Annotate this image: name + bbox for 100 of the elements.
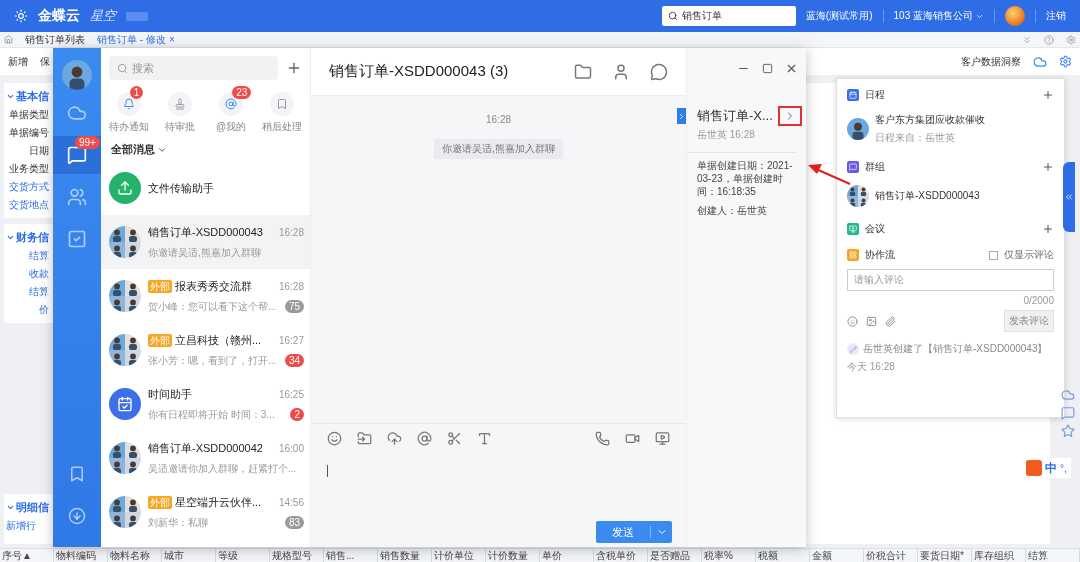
conversation-item[interactable]: 销售订单-XSDD000042 16:00 吴适邀请你加入群聊，赶紧打个... [101, 431, 310, 485]
cloud-icon[interactable] [1033, 54, 1047, 69]
column-header: 规格型号 [270, 549, 324, 562]
product-name: 星空 [90, 7, 116, 25]
item-subtitle: 日程来自：岳世英 [875, 131, 956, 145]
conversation-item[interactable]: 文件传输助手 [101, 161, 310, 215]
item-title[interactable]: 销售订单-XSDD000043 [875, 189, 980, 203]
conversation-name: 时间助手 [148, 386, 193, 402]
chat-bubble-icon[interactable] [650, 62, 668, 81]
conversation-item[interactable]: 外部 报表秀秀交流群 16:28 贺小峰：您可以看下这个帮... 75 [101, 269, 310, 323]
folder-icon[interactable] [574, 62, 592, 81]
column-header: 含税单价 [594, 549, 648, 562]
screen-share-icon[interactable] [655, 431, 670, 446]
send-button[interactable]: 发送 [596, 521, 672, 543]
conversation-time: 16:28 [278, 280, 304, 292]
page-tab[interactable]: 销售订单列表 [25, 32, 85, 47]
add-icon[interactable] [1042, 89, 1054, 101]
conversation-item[interactable]: 外部 立昌科技（赣州... 16:27 张小芳：嗯，看到了，打开... 34 [101, 323, 310, 377]
conversation-item[interactable]: 时间助手 16:25 你有日程即将开始 时间：3... 2 [101, 377, 310, 431]
bookmark-icon [276, 98, 289, 110]
image-icon[interactable] [866, 315, 877, 327]
open-record-button[interactable] [778, 106, 802, 126]
external-tag: 外部 [148, 279, 172, 293]
scissors-icon[interactable] [447, 431, 462, 446]
field-label[interactable]: 收款 [6, 267, 51, 281]
emoji-icon[interactable] [847, 315, 858, 327]
mention-icon[interactable] [417, 431, 432, 446]
conversation-name: 文件传输助手 [148, 180, 215, 196]
insight-link[interactable]: 客户数据洞察 [961, 54, 1021, 69]
nav-item[interactable]: 99+ [53, 136, 101, 174]
page-tab[interactable]: 销售订单 - 修改 × [97, 32, 175, 47]
field-label[interactable]: 交货地点 [6, 198, 51, 212]
column-header: 库存组织 [972, 549, 1026, 562]
conversation-name: 销售订单-XSDD000042 [148, 440, 264, 456]
ime-mode: 中 [1045, 459, 1057, 477]
checkbox[interactable] [989, 250, 998, 260]
column-header: 城市 [162, 549, 216, 562]
collapse-tab[interactable] [1063, 162, 1075, 232]
settings-icon[interactable] [1059, 55, 1072, 68]
section-title: 会议 [865, 222, 886, 236]
expand-caret-icon[interactable] [6, 233, 15, 242]
quick-filter[interactable]: @我的 23 [208, 86, 255, 134]
cloud-icon[interactable] [1061, 388, 1075, 402]
field-label: 业务类型 [8, 162, 50, 176]
quick-filter[interactable]: 稍后处理 [259, 86, 306, 134]
conversation-item[interactable]: 销售订单-XSDD000043 16:28 你邀请吴适,熊嘉加入群聊 [101, 215, 310, 269]
expand-caret-icon[interactable] [6, 503, 15, 512]
company-selector[interactable]: 103 蓝海销售公司 [893, 9, 984, 23]
conversation-time: 16:25 [278, 388, 304, 400]
add-icon[interactable] [286, 60, 302, 76]
search-field[interactable]: 销售订单 [661, 6, 796, 26]
field-label: 单据类型 [8, 108, 50, 122]
quick-filter[interactable]: 待审批 [156, 86, 203, 134]
folder-icon[interactable] [357, 431, 372, 446]
external-tag: 外部 [148, 495, 172, 509]
message-icon[interactable] [1061, 406, 1075, 420]
emoji-icon[interactable] [327, 431, 342, 446]
unread-badge: 75 [284, 300, 304, 313]
column-header: 计价单位 [432, 549, 486, 562]
chat-icon [67, 145, 87, 165]
checkbox-label: 仅显示评论 [1004, 248, 1054, 262]
font-icon[interactable] [477, 431, 492, 446]
search-field[interactable]: 搜索 [109, 56, 278, 80]
section-title: 群组 [865, 160, 886, 174]
user-avatar[interactable] [1005, 6, 1025, 26]
message-input[interactable]: 发送 [311, 453, 686, 547]
quick-filter[interactable]: 待办通知 1 [105, 86, 152, 134]
section-title: 财务信 [16, 230, 49, 245]
field-label[interactable]: 结算 [6, 285, 51, 299]
unread-badge: 34 [284, 354, 304, 367]
conversation-time: 16:27 [278, 334, 304, 346]
field-label[interactable]: 价 [6, 303, 51, 317]
filter-dropdown[interactable]: 全部消息 [101, 134, 177, 161]
org-name[interactable]: 蓝海(测试常用) [805, 9, 873, 23]
item-title[interactable]: 客户东方集团应收款催收 [875, 113, 985, 127]
cloud-upload-icon[interactable] [387, 431, 402, 446]
video-icon[interactable] [625, 431, 640, 446]
field-label[interactable]: 结算 [6, 249, 51, 263]
maximize-icon[interactable] [762, 62, 773, 74]
add-icon[interactable] [1042, 161, 1054, 173]
members-icon[interactable] [612, 62, 630, 81]
add-icon[interactable] [1042, 223, 1054, 235]
expand-caret-icon[interactable] [6, 92, 15, 101]
home-icon[interactable] [4, 35, 13, 44]
attachment-icon[interactable] [885, 315, 896, 327]
external-tag: 外部 [148, 333, 172, 347]
star-icon[interactable] [1061, 424, 1075, 438]
conversation-item[interactable]: 外部 星空端升云伙伴... 14:56 刘新华：私聊 83 [101, 485, 310, 539]
bell-icon [122, 98, 135, 110]
toolbar-item[interactable]: 保 [40, 54, 50, 69]
search-icon [667, 11, 678, 21]
record-detail: 创建人：岳世英 [696, 204, 768, 217]
add-row-button[interactable]: 新增行 [6, 519, 51, 533]
toolbar-item[interactable]: 新增 [8, 54, 28, 69]
expand-tab[interactable] [677, 108, 686, 124]
phone-icon[interactable] [595, 431, 610, 446]
column-header: 要货日期* [918, 549, 972, 562]
column-header: 是否赠品 [648, 549, 702, 562]
logout-link[interactable]: 注销 [1046, 9, 1066, 23]
field-label[interactable]: 交货方式 [6, 180, 51, 194]
